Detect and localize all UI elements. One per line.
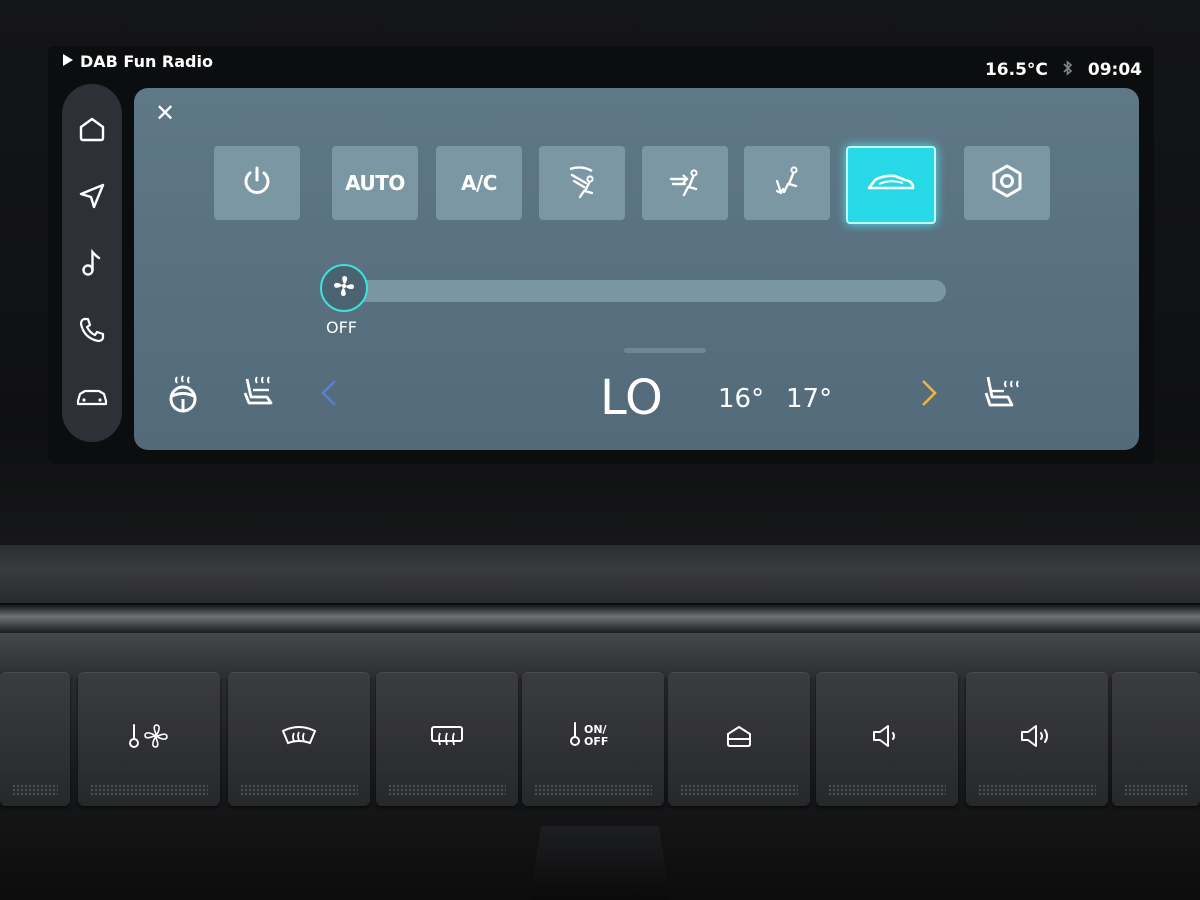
chevron-left-icon	[319, 377, 339, 413]
temperature-current: LO	[600, 370, 663, 426]
airflow-face-button[interactable]	[642, 146, 728, 220]
status-right: 16.5°C 09:04	[985, 60, 1142, 80]
recirculation-button[interactable]	[846, 146, 936, 224]
airflow-feet-icon	[767, 161, 807, 206]
home-icon	[668, 716, 810, 756]
infotainment-screen: DAB Fun Radio 16.5°C 09:04 ✕ AUTO A/C OF…	[48, 46, 1154, 464]
thermometer-icon	[568, 720, 582, 752]
now-playing[interactable]: DAB Fun Radio	[62, 52, 213, 71]
heated-seat-right-button[interactable]	[980, 370, 1024, 420]
music-note-icon[interactable]	[74, 245, 110, 281]
sidebar	[62, 84, 122, 442]
hw-edge-button	[0, 672, 70, 806]
navigation-icon[interactable]	[74, 178, 110, 214]
ac-button[interactable]: A/C	[436, 146, 522, 220]
button-grille	[534, 784, 652, 796]
hw-rear-defrost-button[interactable]	[376, 672, 518, 806]
home-icon[interactable]	[74, 111, 110, 147]
hw-climate-fan-button[interactable]	[78, 672, 220, 806]
console-trim	[0, 545, 1200, 603]
temp-left-arrow[interactable]	[314, 370, 344, 420]
now-playing-label: DAB Fun Radio	[80, 52, 213, 71]
heated-steering-button[interactable]	[162, 370, 204, 420]
recirculation-car-icon	[863, 168, 919, 203]
temperature-option-a[interactable]: 16°	[718, 384, 764, 414]
clock: 09:04	[1087, 60, 1142, 80]
button-grille	[828, 784, 946, 796]
airflow-windshield-button[interactable]	[539, 146, 625, 220]
heated-seat-icon	[982, 373, 1022, 417]
airflow-face-icon	[665, 161, 705, 206]
on-off-label: ON/ OFF	[584, 723, 609, 748]
outside-temperature: 16.5°C	[984, 60, 1048, 80]
chevron-right-icon	[919, 377, 939, 413]
close-icon[interactable]: ✕	[150, 98, 180, 128]
fan-speed-handle[interactable]	[320, 264, 368, 312]
button-grille	[12, 784, 58, 796]
hw-edge-button	[1112, 672, 1200, 806]
front-defrost-icon	[228, 716, 370, 756]
temperature-option-b[interactable]: 17°	[786, 384, 832, 414]
play-icon	[62, 52, 74, 71]
air-vent	[530, 826, 670, 900]
hw-home-button[interactable]	[668, 672, 810, 806]
bluetooth-icon	[1062, 60, 1074, 80]
heated-steering-wheel-icon	[164, 373, 202, 417]
fan-icon	[330, 272, 358, 304]
panel-grab-handle[interactable]	[624, 348, 706, 353]
volume-up-icon	[966, 716, 1108, 756]
airflow-feet-button[interactable]	[744, 146, 830, 220]
button-grille	[680, 784, 798, 796]
hardware-button-row: ON/ OFF	[0, 672, 1200, 814]
hw-climate-on-off-button[interactable]: ON/ OFF	[522, 672, 664, 806]
car-icon[interactable]	[74, 379, 110, 415]
volume-down-icon	[816, 716, 958, 756]
hw-volume-up-button[interactable]	[966, 672, 1108, 806]
temp-right-arrow[interactable]	[914, 370, 944, 420]
heated-seat-icon	[239, 373, 279, 417]
rear-defrost-icon	[376, 716, 518, 756]
fan-speed-slider[interactable]	[334, 280, 946, 302]
button-grille	[388, 784, 506, 796]
hw-volume-down-button[interactable]	[816, 672, 958, 806]
button-grille	[1124, 784, 1188, 796]
auto-button[interactable]: AUTO	[332, 146, 418, 220]
climate-panel: ✕ AUTO A/C OFF LO 16° 17°	[134, 88, 1139, 450]
button-grille	[978, 784, 1096, 796]
thermometer-fan-icon	[78, 716, 220, 756]
button-grille	[90, 784, 208, 796]
status-bar: DAB Fun Radio 16.5°C 09:04	[48, 46, 1154, 84]
chrome-strip	[0, 603, 1200, 633]
settings-hex-icon	[987, 161, 1027, 206]
power-button[interactable]	[214, 146, 300, 220]
heated-seat-left-button[interactable]	[238, 370, 280, 420]
fan-speed-label: OFF	[326, 318, 357, 337]
climate-button-row: AUTO A/C	[214, 146, 1054, 226]
airflow-windshield-icon	[562, 161, 602, 206]
phone-icon[interactable]	[74, 312, 110, 348]
button-grille	[240, 784, 358, 796]
hw-front-defrost-button[interactable]	[228, 672, 370, 806]
power-icon	[239, 163, 275, 204]
climate-bottom-row: LO 16° 17°	[134, 370, 1139, 430]
settings-button[interactable]	[964, 146, 1050, 220]
